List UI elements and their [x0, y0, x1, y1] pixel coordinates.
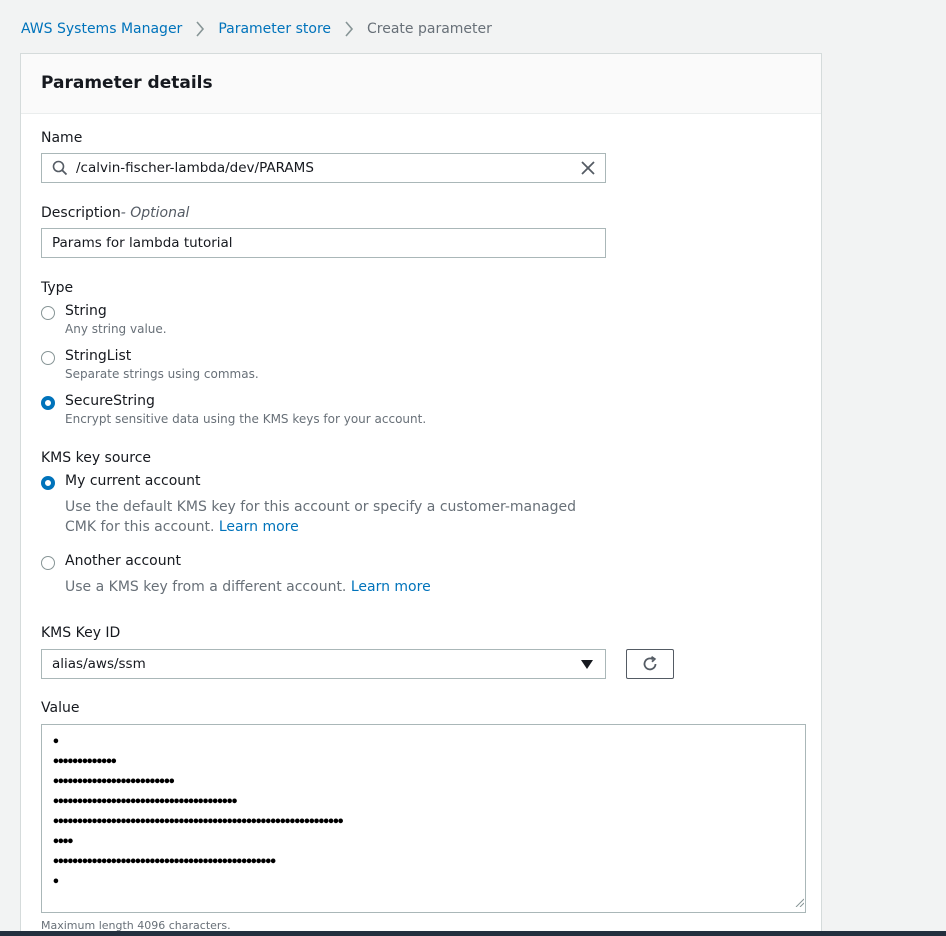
- kms-option-label: Another account: [65, 553, 181, 569]
- value-label: Value: [41, 700, 80, 716]
- radio-another-account[interactable]: [41, 556, 55, 570]
- breadcrumb-parameter-store[interactable]: Parameter store: [218, 21, 331, 37]
- value-textarea[interactable]: • ••••••••••••• ••••••••••••••••••••••••…: [41, 724, 806, 913]
- type-option-label: StringList: [65, 348, 132, 364]
- refresh-button[interactable]: [626, 649, 674, 679]
- breadcrumb-create-parameter: Create parameter: [367, 21, 492, 37]
- radio-current-account[interactable]: [41, 476, 55, 490]
- chevron-right-icon: [331, 19, 367, 39]
- refresh-icon: [641, 655, 659, 673]
- description-input-value: Params for lambda tutorial: [52, 235, 233, 251]
- search-icon: [52, 160, 76, 176]
- resize-grip-icon[interactable]: [795, 892, 805, 911]
- kms-option-desc: Use the default KMS key for this account…: [65, 497, 595, 537]
- name-label: Name: [41, 130, 83, 146]
- panel-title: Parameter details: [41, 73, 213, 93]
- kms-option-desc-text: Use the default KMS key for this account…: [65, 499, 576, 535]
- kms-source-label: KMS key source: [41, 450, 152, 466]
- kms-key-id-select[interactable]: alias/aws/ssm: [41, 649, 606, 679]
- value-line: ••••: [52, 835, 74, 850]
- kms-key-id-value: alias/aws/ssm: [52, 656, 146, 672]
- name-input-value: /calvin-fischer-lambda/dev/PARAMS: [76, 160, 314, 176]
- close-icon[interactable]: [581, 161, 595, 175]
- name-input[interactable]: /calvin-fischer-lambda/dev/PARAMS: [41, 153, 606, 183]
- learn-more-link[interactable]: Learn more: [351, 579, 431, 595]
- type-option-desc: Any string value.: [65, 322, 167, 336]
- breadcrumb: AWS Systems Manager Parameter store Crea…: [21, 19, 492, 39]
- radio-stringlist[interactable]: [41, 351, 55, 365]
- type-option-desc: Encrypt sensitive data using the KMS key…: [65, 412, 427, 426]
- value-line: •: [52, 735, 60, 750]
- value-line: ••••••••••••••••••••••••••••••••••••••: [52, 795, 238, 810]
- kms-option-desc-text: Use a KMS key from a different account.: [65, 579, 347, 595]
- caret-down-icon: [581, 660, 593, 669]
- value-line: •: [52, 875, 60, 890]
- value-line: ••••••••••••••••••••••••••••••••••••••••…: [52, 855, 277, 870]
- radio-securestring[interactable]: [41, 396, 55, 410]
- value-line: •••••••••••••: [52, 755, 118, 770]
- kms-option-desc: Use a KMS key from a different account. …: [65, 577, 595, 597]
- type-option-label: SecureString: [65, 393, 155, 409]
- learn-more-link[interactable]: Learn more: [219, 519, 299, 535]
- kms-key-id-label: KMS Key ID: [41, 625, 121, 641]
- type-option-label: String: [65, 303, 107, 319]
- value-line: ••••••••••••••••••••••••••••••••••••••••…: [52, 815, 345, 830]
- panel-header: Parameter details: [21, 54, 821, 114]
- radio-string[interactable]: [41, 306, 55, 320]
- kms-option-label: My current account: [65, 473, 201, 489]
- description-input[interactable]: Params for lambda tutorial: [41, 228, 606, 258]
- value-line: •••••••••••••••••••••••••: [52, 775, 176, 790]
- description-label-text: Description: [41, 205, 121, 221]
- description-label: Description- Optional: [41, 205, 189, 221]
- optional-tag: - Optional: [120, 205, 190, 221]
- breadcrumb-systems-manager[interactable]: AWS Systems Manager: [21, 21, 182, 37]
- bottom-bar: [0, 931, 946, 936]
- parameter-details-panel: Parameter details Name /calvin-fischer-l…: [20, 53, 822, 936]
- chevron-right-icon: [182, 19, 218, 39]
- type-option-desc: Separate strings using commas.: [65, 367, 259, 381]
- type-label: Type: [41, 280, 74, 296]
